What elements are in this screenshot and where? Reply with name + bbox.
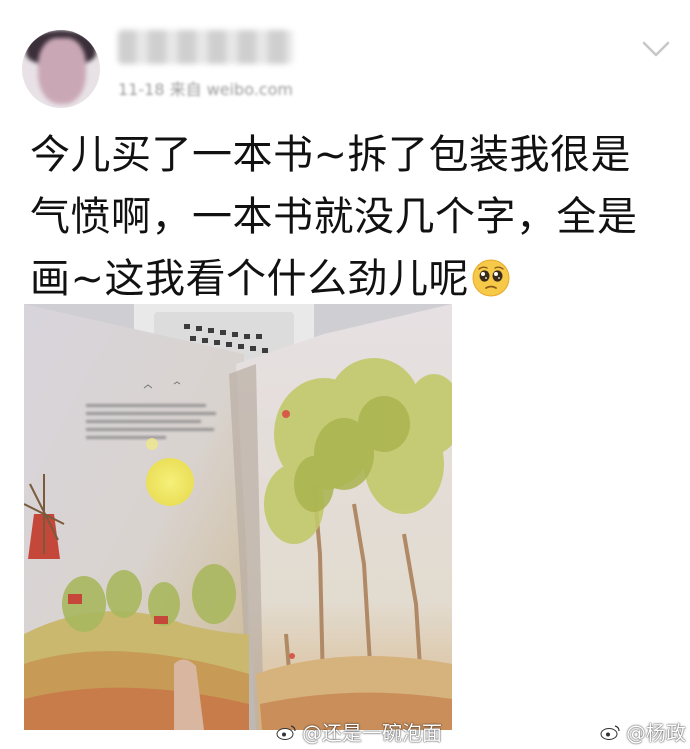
post-text-line: 气愤啊，一本书就没几个字，全是 — [30, 194, 638, 240]
weibo-logo-icon — [276, 724, 296, 740]
chevron-down-icon[interactable] — [640, 38, 672, 60]
watermark-right-text: @杨政 — [626, 721, 686, 745]
watermark-left: @还是一碗泡面 — [276, 717, 442, 746]
pleading-face-emoji-icon — [472, 259, 510, 297]
avatar-face — [38, 38, 86, 104]
avatar[interactable] — [22, 30, 100, 108]
post-text-line-content: 画~这我看个什么劲儿呢 — [30, 256, 470, 302]
author-name-blurred[interactable] — [118, 30, 293, 64]
post-photo[interactable] — [24, 304, 452, 730]
post-text: 今儿买了一本书~拆了包装我很是 气愤啊，一本书就没几个字，全是 画~这我看个什么… — [30, 124, 670, 310]
watermark-left-text: @还是一碗泡面 — [302, 721, 442, 745]
weibo-logo-icon — [600, 724, 620, 740]
watermark-right: @杨政 — [600, 717, 686, 746]
post-text-line: 今儿买了一本书~拆了包装我很是 — [30, 132, 632, 178]
post-header: 11-18 来自 weibo.com — [0, 0, 690, 120]
post-text-line-last: 画~这我看个什么劲儿呢 — [30, 248, 670, 310]
post-meta: 11-18 来自 weibo.com — [118, 80, 293, 98]
